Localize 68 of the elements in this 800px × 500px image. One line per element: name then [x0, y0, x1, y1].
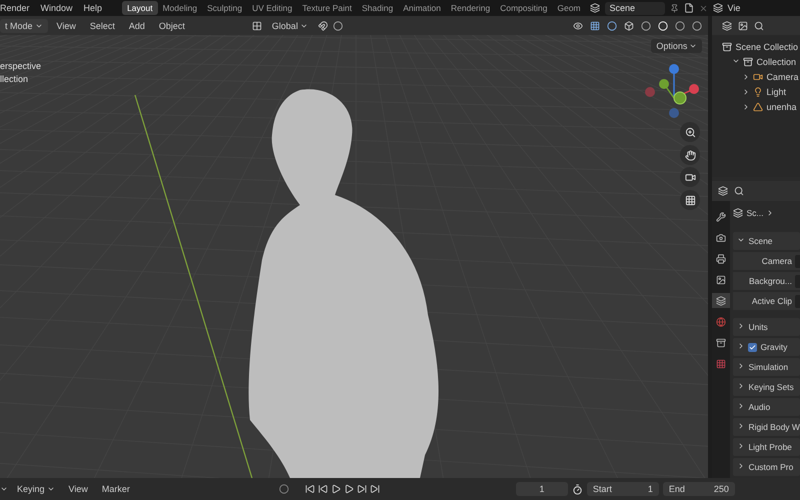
hand-icon[interactable]: [680, 145, 700, 165]
visibility-icon: [573, 20, 584, 30]
end-frame-field[interactable]: End 250: [662, 482, 735, 496]
workspace-tab[interactable]: Modeling: [158, 1, 202, 15]
workspace-tab[interactable]: Layout: [122, 1, 158, 15]
outliner-item[interactable]: Camera: [766, 72, 798, 82]
outliner-item[interactable]: Collection: [756, 56, 796, 66]
start-frame-field[interactable]: Start 1: [586, 482, 659, 496]
header-menu[interactable]: Object: [154, 18, 190, 32]
field-label: Camera: [762, 256, 792, 266]
camera-icon[interactable]: [680, 167, 700, 187]
caret-icon: [689, 42, 698, 50]
close-icon: [698, 4, 708, 12]
mode-dropdown[interactable]: t Mode: [0, 18, 48, 32]
play-icon: [344, 484, 354, 494]
timeline-menu[interactable]: View: [64, 482, 93, 496]
header-menu[interactable]: Select: [84, 18, 120, 32]
orientation-dropdown[interactable]: Global: [266, 18, 313, 32]
workspace-tab[interactable]: Texture Paint: [297, 1, 357, 15]
workspace-tab[interactable]: Sculpting: [202, 1, 248, 15]
search-icon: [754, 20, 764, 30]
scene-field[interactable]: Scene: [604, 2, 665, 14]
caret-icon: [0, 485, 8, 493]
field-label: Backgrou...: [749, 276, 792, 286]
menu-item[interactable]: Window: [40, 3, 79, 13]
grid-icon[interactable]: [680, 190, 700, 210]
zoom-icon[interactable]: [680, 122, 700, 142]
jump-start-icon: [304, 484, 315, 494]
navigation-gizmo-icon: [644, 63, 700, 119]
snap-icon: [318, 20, 328, 30]
caret-icon: [46, 485, 55, 493]
workspace-tab[interactable]: Geom: [552, 1, 586, 15]
box-icon: [743, 56, 754, 66]
workspace-tab[interactable]: Shading: [356, 1, 398, 15]
checkbox[interactable]: [748, 342, 758, 352]
panel-title[interactable]: Units: [748, 322, 768, 332]
workspace-tab[interactable]: Compositing: [495, 1, 552, 15]
header-menu[interactable]: Add: [124, 18, 150, 32]
viewport-info-text: llection: [0, 74, 28, 84]
pin-icon: [670, 4, 679, 12]
options-dropdown[interactable]: Options: [651, 39, 702, 53]
timeline-menu[interactable]: Keying: [12, 482, 60, 496]
workspace-tab[interactable]: UV Editing: [247, 1, 298, 15]
field-label: Active Clip: [752, 296, 792, 306]
lightbulb-icon: [753, 86, 764, 96]
triangle-icon: [753, 102, 764, 112]
current-frame-field[interactable]: 1: [516, 482, 568, 496]
viewport-info-text: erspective: [0, 61, 42, 71]
outliner-item[interactable]: Scene Collectio: [735, 42, 798, 52]
panel-title[interactable]: Audio: [748, 402, 770, 412]
outliner-item[interactable]: unenha: [766, 102, 796, 112]
workspace-tab[interactable]: Animation: [398, 1, 446, 15]
search-icon: [734, 186, 744, 196]
menu-item[interactable]: Help: [84, 3, 108, 13]
box-icon: [722, 42, 732, 52]
menu-item[interactable]: Render: [0, 3, 36, 13]
timeline-menu[interactable]: Marker: [96, 482, 135, 496]
outliner-item[interactable]: Light: [766, 86, 786, 96]
chevron-icon: [737, 236, 746, 244]
jump-end-icon: [370, 484, 380, 494]
tool-icon: [716, 212, 726, 222]
view-layer-label[interactable]: Vie: [728, 3, 740, 13]
camera-icon: [753, 72, 764, 82]
workspace-tab[interactable]: Rendering: [446, 1, 496, 15]
world-icon: [716, 316, 726, 326]
header-menu[interactable]: View: [52, 18, 81, 32]
breadcrumb[interactable]: Sc...: [746, 208, 764, 218]
timer-icon: [572, 484, 583, 494]
